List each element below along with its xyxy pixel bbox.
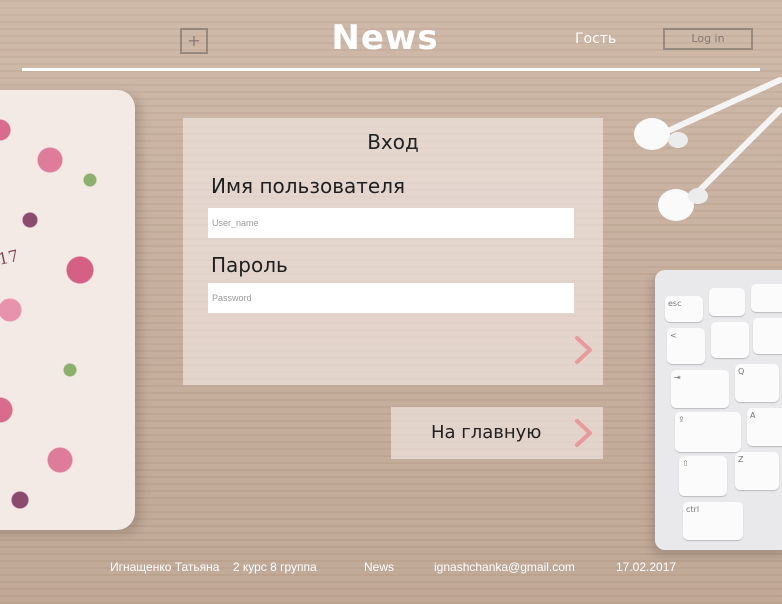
key-tab: ⇥ <box>671 370 729 408</box>
username-label: Имя пользователя <box>211 174 406 198</box>
footer-author: Игнащенко Татьяна 2 курс 8 группа <box>110 560 317 574</box>
site-logo[interactable]: News <box>310 18 460 58</box>
key <box>753 318 782 354</box>
key-q: Q <box>735 364 779 402</box>
home-button[interactable]: На главную <box>391 407 603 459</box>
home-button-label: На главную <box>431 422 542 443</box>
notebook-year: 2017 <box>0 245 21 274</box>
key <box>709 288 745 316</box>
login-form: Вход Имя пользователя Пароль <box>183 118 603 385</box>
key-caps: ⇪ <box>675 412 741 452</box>
login-title: Вход <box>367 130 419 154</box>
add-button[interactable]: + <box>180 28 208 54</box>
key-lt: < <box>667 328 705 364</box>
key <box>711 322 749 358</box>
guest-label: Гость <box>575 31 617 47</box>
key-shift: ⇧ <box>679 456 727 496</box>
key-esc: esc <box>665 296 703 322</box>
footer-date: 17.02.2017 <box>616 560 677 574</box>
floral-notebook-image: 2017 <box>0 90 135 530</box>
login-button[interactable]: Log in <box>663 28 753 50</box>
username-input[interactable] <box>208 208 574 238</box>
chevron-right-icon <box>575 419 592 447</box>
key <box>751 284 782 312</box>
key-ctrl: ctrl <box>683 502 743 540</box>
key-a: A <box>747 408 782 446</box>
header: + News Гость Log in <box>0 0 782 72</box>
keyboard-image: esc < ⇥ Q ⇪ A ⇧ Z ctrl <box>655 270 782 550</box>
key-z: Z <box>735 452 779 490</box>
header-divider <box>22 68 760 71</box>
footer-email-link[interactable]: ignashchanka@gmail.com <box>434 560 575 574</box>
password-label: Пароль <box>211 253 288 277</box>
earphones-image <box>634 77 782 221</box>
footer-news-link[interactable]: News <box>364 560 394 574</box>
submit-chevron-right-icon[interactable] <box>571 335 595 365</box>
password-input[interactable] <box>208 283 574 313</box>
